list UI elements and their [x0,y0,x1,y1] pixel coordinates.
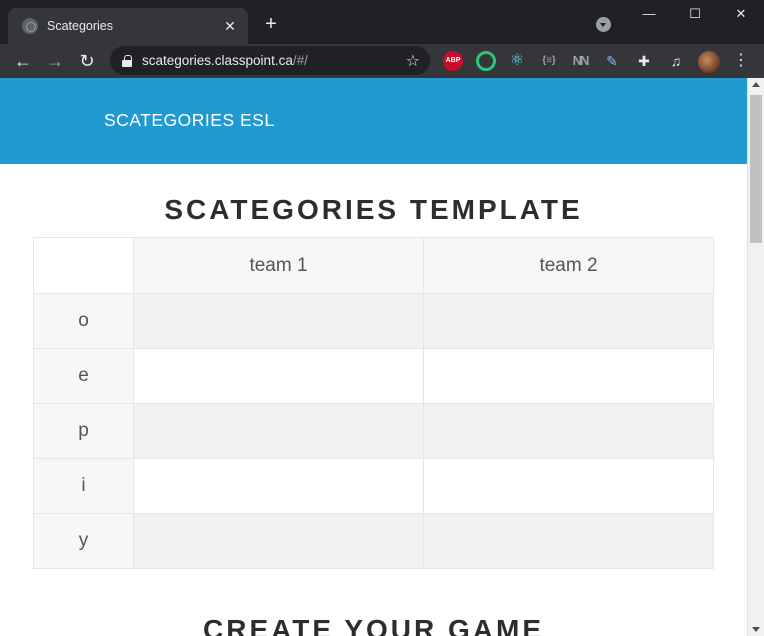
row-letter: o [33,293,134,349]
back-arrow-icon[interactable]: ← [10,48,36,74]
team-2-answer-cell[interactable] [423,348,714,404]
row-letter: y [33,513,134,569]
globe-icon [22,18,38,34]
scategories-table: team 1 team 2 o e p i y [33,237,714,569]
scroll-down-arrow-icon[interactable] [752,627,760,632]
table-corner-cell [33,237,134,294]
table-row: p [33,403,714,459]
profile-avatar[interactable] [698,51,720,73]
team-2-answer-cell[interactable] [423,293,714,349]
page-scrollbar[interactable] [747,78,764,636]
url-text: scategories.classpoint.ca/#/ [142,53,308,68]
new-tab-button[interactable]: + [260,13,282,35]
browser-tab[interactable]: Scategories ✕ [8,8,248,44]
table-row: o [33,293,714,349]
bookmark-star-icon[interactable]: ☆ [406,51,420,71]
browser-toolbar: ← → ↻ scategories.classpoint.ca/#/ ☆ ABP… [0,44,764,78]
team-2-answer-cell[interactable] [423,513,714,569]
scroll-up-arrow-icon[interactable] [752,82,760,87]
nn-extension-icon[interactable]: NN [570,51,590,71]
page-title: SCATEGORIES TEMPLATE [164,194,583,225]
tab-title: Scategories [47,19,114,33]
team-2-answer-cell[interactable] [423,403,714,459]
address-bar[interactable]: scategories.classpoint.ca/#/ ☆ [110,46,430,75]
pen-extension-icon[interactable]: ✎ [602,51,622,71]
team-1-answer-cell[interactable] [133,513,424,569]
adblock-extension-icon[interactable]: ABP [443,51,463,71]
site-brand-link[interactable]: SCATEGORIES ESL [104,110,275,131]
page-viewport: SCATEGORIES ESL SCATEGORIES TEMPLATE tea… [0,78,764,636]
team-1-answer-cell[interactable] [133,293,424,349]
json-viewer-icon[interactable]: {≡} [539,51,559,71]
extensions-puzzle-icon[interactable]: ✚ [634,51,654,71]
row-letter: i [33,458,134,514]
browser-window: Scategories ✕ + — ☐ ✕ ← → ↻ scategories.… [0,0,764,636]
ring-extension-icon[interactable] [476,51,496,71]
scrollbar-thumb[interactable] [750,95,762,243]
site-header: SCATEGORIES ESL [0,78,747,164]
team-1-answer-cell[interactable] [133,458,424,514]
react-devtools-icon[interactable]: ⚛ [507,51,527,71]
table-row: i [33,458,714,514]
window-close-button[interactable]: ✕ [718,0,764,30]
table-header-row: team 1 team 2 [33,237,714,294]
team-1-answer-cell[interactable] [133,348,424,404]
table-row: y [33,513,714,569]
table-row: e [33,348,714,404]
tab-search-icon[interactable] [596,17,611,32]
minimize-button[interactable]: — [626,0,672,30]
row-letter: p [33,403,134,459]
tab-strip: Scategories ✕ + — ☐ ✕ [0,0,764,44]
menu-kebab-icon[interactable]: ⋮ [733,50,749,72]
close-icon[interactable]: ✕ [222,18,238,34]
maximize-button[interactable]: ☐ [672,0,718,30]
forward-arrow-icon[interactable]: → [42,48,68,74]
media-control-icon[interactable]: ♫ [666,51,686,71]
reload-icon[interactable]: ↻ [74,48,100,74]
lock-icon [122,54,132,67]
create-game-heading: CREATE YOUR GAME [203,614,544,636]
team-1-header: team 1 [133,237,424,294]
team-2-header: team 2 [423,237,714,294]
row-letter: e [33,348,134,404]
team-1-answer-cell[interactable] [133,403,424,459]
team-2-answer-cell[interactable] [423,458,714,514]
